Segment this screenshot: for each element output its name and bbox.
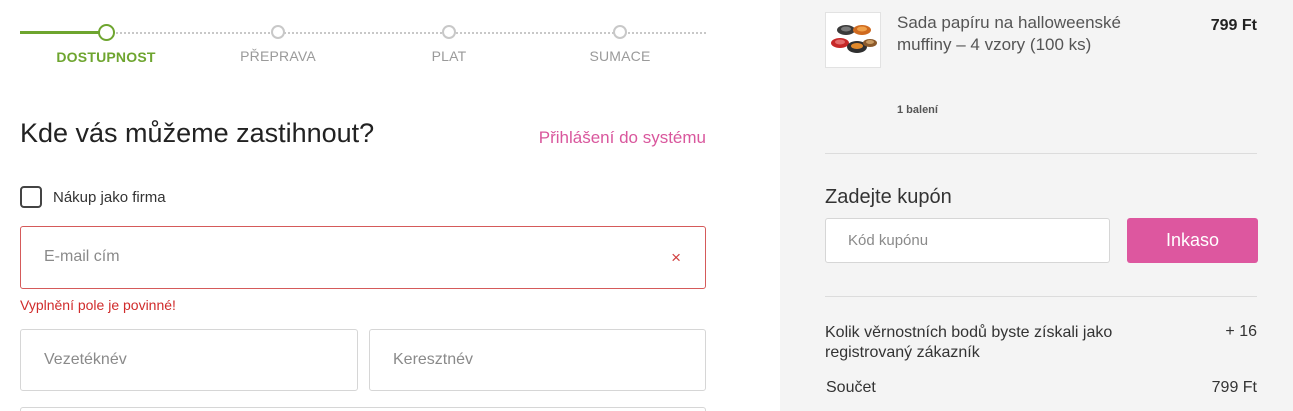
coupon-title: Zadejte kupón bbox=[825, 186, 952, 208]
product-thumbnail[interactable] bbox=[825, 12, 881, 68]
last-name-field[interactable]: Vezetéknév bbox=[20, 329, 358, 391]
checkout-form-column: DOSTUPNOST PŘEPRAVA PLAT SUMACE Kde vás … bbox=[0, 0, 780, 411]
apply-coupon-button[interactable]: Inkaso bbox=[1127, 218, 1258, 263]
next-field[interactable] bbox=[20, 407, 706, 411]
subtotal-label: Součet bbox=[826, 379, 876, 396]
step-shipping[interactable]: PŘEPRAVA bbox=[198, 24, 358, 64]
company-purchase-option[interactable]: Nákup jako firma bbox=[20, 186, 166, 208]
loyalty-points-label: Kolik věrnostních bodů byste získali jak… bbox=[825, 324, 1113, 361]
coupon-placeholder: Kód kupónu bbox=[848, 232, 929, 249]
product-quantity: 1 balení bbox=[897, 104, 938, 116]
step-dot bbox=[613, 25, 627, 39]
step-label: SUMACE bbox=[589, 48, 651, 64]
step-label: DOSTUPNOST bbox=[56, 49, 156, 65]
step-dot bbox=[442, 25, 456, 39]
subtotal-value: 799 Ft bbox=[1211, 379, 1257, 396]
muffin-cups-image bbox=[831, 25, 877, 53]
loyalty-points-value: + 16 bbox=[1225, 323, 1257, 340]
first-name-field[interactable]: Keresztnév bbox=[369, 329, 706, 391]
last-name-placeholder: Vezetéknév bbox=[44, 351, 127, 368]
checkout-progress: DOSTUPNOST PŘEPRAVA PLAT SUMACE bbox=[20, 24, 706, 74]
email-field[interactable]: E-mail cím × bbox=[20, 226, 706, 289]
product-name[interactable]: Sada papíru na halloweenské muffiny – 4 … bbox=[897, 12, 1137, 56]
clear-icon[interactable]: × bbox=[671, 249, 681, 266]
step-payment[interactable]: PLAT bbox=[369, 24, 529, 64]
order-summary-sidebar: Sada papíru na halloweenské muffiny – 4 … bbox=[780, 0, 1293, 411]
step-availability[interactable]: DOSTUPNOST bbox=[26, 24, 186, 65]
step-label: PLAT bbox=[431, 48, 467, 64]
step-label: PŘEPRAVA bbox=[240, 48, 316, 64]
step-dot bbox=[271, 25, 285, 39]
login-link[interactable]: Přihlášení do systému bbox=[539, 128, 706, 148]
company-checkbox-label: Nákup jako firma bbox=[53, 188, 166, 206]
email-error-message: Vyplnění pole je povinné! bbox=[20, 297, 176, 313]
page-title: Kde vás můžeme zastihnout? bbox=[20, 118, 375, 148]
first-name-placeholder: Keresztnév bbox=[393, 351, 474, 368]
divider bbox=[825, 296, 1257, 297]
step-summary[interactable]: SUMACE bbox=[540, 24, 700, 64]
divider bbox=[825, 153, 1257, 154]
company-checkbox[interactable] bbox=[20, 186, 42, 208]
email-placeholder: E-mail cím bbox=[44, 248, 120, 265]
coupon-input[interactable]: Kód kupónu bbox=[825, 218, 1110, 263]
step-dot bbox=[97, 24, 115, 41]
product-price: 799 Ft bbox=[1210, 17, 1257, 34]
